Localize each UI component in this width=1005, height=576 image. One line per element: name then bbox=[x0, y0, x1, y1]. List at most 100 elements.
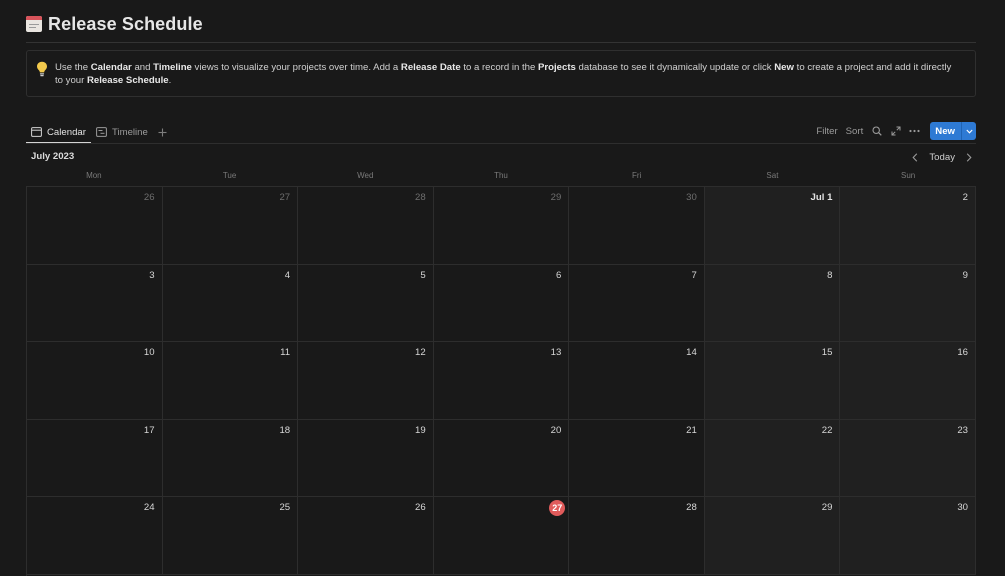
day-number: 24 bbox=[143, 502, 155, 513]
calendar-day[interactable]: 23 bbox=[840, 419, 976, 497]
calendar-day[interactable]: 18 bbox=[162, 419, 299, 497]
weekday-sat: Sat bbox=[766, 171, 779, 180]
calendar-day[interactable]: 3 bbox=[27, 264, 163, 342]
expand-icon bbox=[891, 126, 901, 136]
day-number: 22 bbox=[821, 424, 833, 436]
weekday-mon: Mon bbox=[86, 171, 102, 180]
timeline-view-icon bbox=[96, 127, 107, 137]
page-title[interactable]: Release Schedule bbox=[48, 14, 203, 35]
day-number: 7 bbox=[691, 269, 697, 281]
month-label: July 2023 bbox=[31, 151, 75, 162]
calendar-day[interactable]: 19 bbox=[298, 419, 434, 497]
callout-bold-text: New bbox=[774, 62, 794, 73]
day-number: 18 bbox=[279, 424, 291, 436]
add-view-button[interactable] bbox=[153, 121, 173, 143]
calendar-day[interactable]: 24 bbox=[27, 497, 163, 575]
next-month-button[interactable] bbox=[962, 150, 976, 164]
day-number: 19 bbox=[415, 424, 426, 436]
tab-calendar-label: Calendar bbox=[47, 126, 86, 138]
today-button[interactable]: Today bbox=[926, 152, 958, 163]
calendar-day[interactable]: 4 bbox=[162, 264, 299, 342]
callout-bold-text: Release Date bbox=[400, 62, 461, 73]
calendar-day[interactable]: 14 bbox=[569, 342, 705, 420]
new-button[interactable]: New bbox=[930, 122, 961, 140]
calendar-day[interactable]: 2 bbox=[840, 187, 976, 265]
calendar-day[interactable]: 30 bbox=[569, 187, 705, 265]
previous-month-button[interactable] bbox=[908, 150, 922, 164]
day-number: 11 bbox=[280, 347, 291, 358]
more-dots-icon bbox=[909, 129, 920, 133]
day-number: 2 bbox=[962, 192, 968, 203]
weekday-sun: Sun bbox=[901, 171, 916, 180]
calendar-day[interactable]: 17 bbox=[27, 419, 163, 497]
calendar-day[interactable]: 12 bbox=[298, 342, 434, 420]
day-number: 27 bbox=[279, 192, 291, 203]
day-number: 17 bbox=[143, 424, 155, 436]
tab-calendar[interactable]: Calendar bbox=[26, 121, 91, 144]
calendar-day[interactable]: 10 bbox=[27, 342, 163, 420]
callout-text-segment: to a record in the bbox=[460, 62, 538, 73]
calendar-day[interactable]: 20 bbox=[433, 419, 570, 497]
weekday-fri: Fri bbox=[632, 171, 642, 180]
more-options-button[interactable] bbox=[905, 122, 924, 140]
callout-bold-text: Calendar bbox=[90, 62, 132, 73]
plus-icon bbox=[158, 128, 167, 136]
calendar-day[interactable]: 21 bbox=[569, 419, 705, 497]
calendar-day[interactable]: 7 bbox=[569, 264, 705, 342]
weekday-thu: Thu bbox=[494, 171, 508, 180]
calendar-day[interactable]: 30 bbox=[840, 497, 976, 575]
callout-text: Use the Calendar and Timeline views to v… bbox=[55, 61, 955, 87]
calendar-day[interactable]: 11 bbox=[162, 342, 299, 420]
day-number: 3 bbox=[149, 269, 155, 281]
calendar-day[interactable]: 27 bbox=[162, 187, 299, 265]
chevron-down-icon bbox=[965, 129, 973, 134]
calendar-day[interactable]: 26 bbox=[27, 187, 163, 265]
calendar-view-icon bbox=[31, 127, 42, 137]
calendar-day[interactable]: 28 bbox=[298, 187, 434, 265]
info-callout: Use the Calendar and Timeline views to v… bbox=[26, 50, 976, 97]
calendar-day[interactable]: 6 bbox=[433, 264, 570, 342]
day-number: 23 bbox=[957, 424, 968, 436]
calendar-day[interactable]: 22 bbox=[704, 419, 841, 497]
calendar-day[interactable]: 8 bbox=[704, 264, 841, 342]
calendar-day[interactable]: 29 bbox=[433, 187, 570, 265]
calendar-day[interactable]: 5 bbox=[298, 264, 434, 342]
expand-button[interactable] bbox=[886, 122, 905, 140]
day-number: Jul 1 bbox=[810, 192, 833, 203]
calendar-day[interactable]: 16 bbox=[840, 342, 976, 420]
day-number: 12 bbox=[415, 347, 426, 358]
calendar-day[interactable]: 29 bbox=[704, 497, 841, 575]
release-schedule-page: Release Schedule Use the Calendar and Ti… bbox=[0, 0, 1005, 576]
calendar-day-today[interactable]: 27 bbox=[433, 497, 570, 575]
day-number: 28 bbox=[686, 502, 697, 513]
day-number: 25 bbox=[279, 502, 291, 513]
new-button-group: New bbox=[930, 122, 976, 140]
calendar-day[interactable]: 28 bbox=[569, 497, 705, 575]
calendar-day[interactable]: 15 bbox=[704, 342, 841, 420]
calendar-day[interactable]: Jul 1 bbox=[704, 187, 841, 265]
month-navigation: Today bbox=[908, 150, 976, 164]
day-number: 16 bbox=[957, 347, 968, 358]
page-header: Release Schedule bbox=[26, 11, 203, 37]
day-number: 10 bbox=[143, 347, 155, 358]
calendar-grid: 26 27 28 29 30 Jul 1 2 3 4 5 6 7 8 9 10 11 12 13 14 15 16 17 1… bbox=[26, 186, 976, 576]
day-number: 29 bbox=[821, 502, 833, 513]
calendar-day[interactable]: 13 bbox=[433, 342, 570, 420]
calendar-day[interactable]: 9 bbox=[840, 264, 976, 342]
day-number: 27 bbox=[549, 500, 566, 516]
callout-text-segment: . bbox=[168, 75, 172, 86]
tab-timeline[interactable]: Timeline bbox=[91, 121, 153, 143]
calendar-icon[interactable] bbox=[26, 16, 42, 32]
day-number: 28 bbox=[415, 192, 426, 203]
filter-button[interactable]: Filter bbox=[812, 126, 841, 137]
day-number: 29 bbox=[550, 192, 562, 203]
weekday-header: Mon Tue Wed Thu Fri Sat Sun bbox=[26, 171, 976, 185]
day-number: 26 bbox=[143, 192, 155, 203]
search-button[interactable] bbox=[867, 122, 886, 140]
callout-bold-text: Projects bbox=[537, 62, 576, 73]
calendar-day[interactable]: 25 bbox=[162, 497, 299, 575]
callout-text-segment: database to see it dynamically update or… bbox=[575, 62, 775, 73]
sort-button[interactable]: Sort bbox=[842, 126, 868, 137]
calendar-day[interactable]: 26 bbox=[298, 497, 434, 575]
new-options-dropdown[interactable] bbox=[961, 122, 976, 140]
